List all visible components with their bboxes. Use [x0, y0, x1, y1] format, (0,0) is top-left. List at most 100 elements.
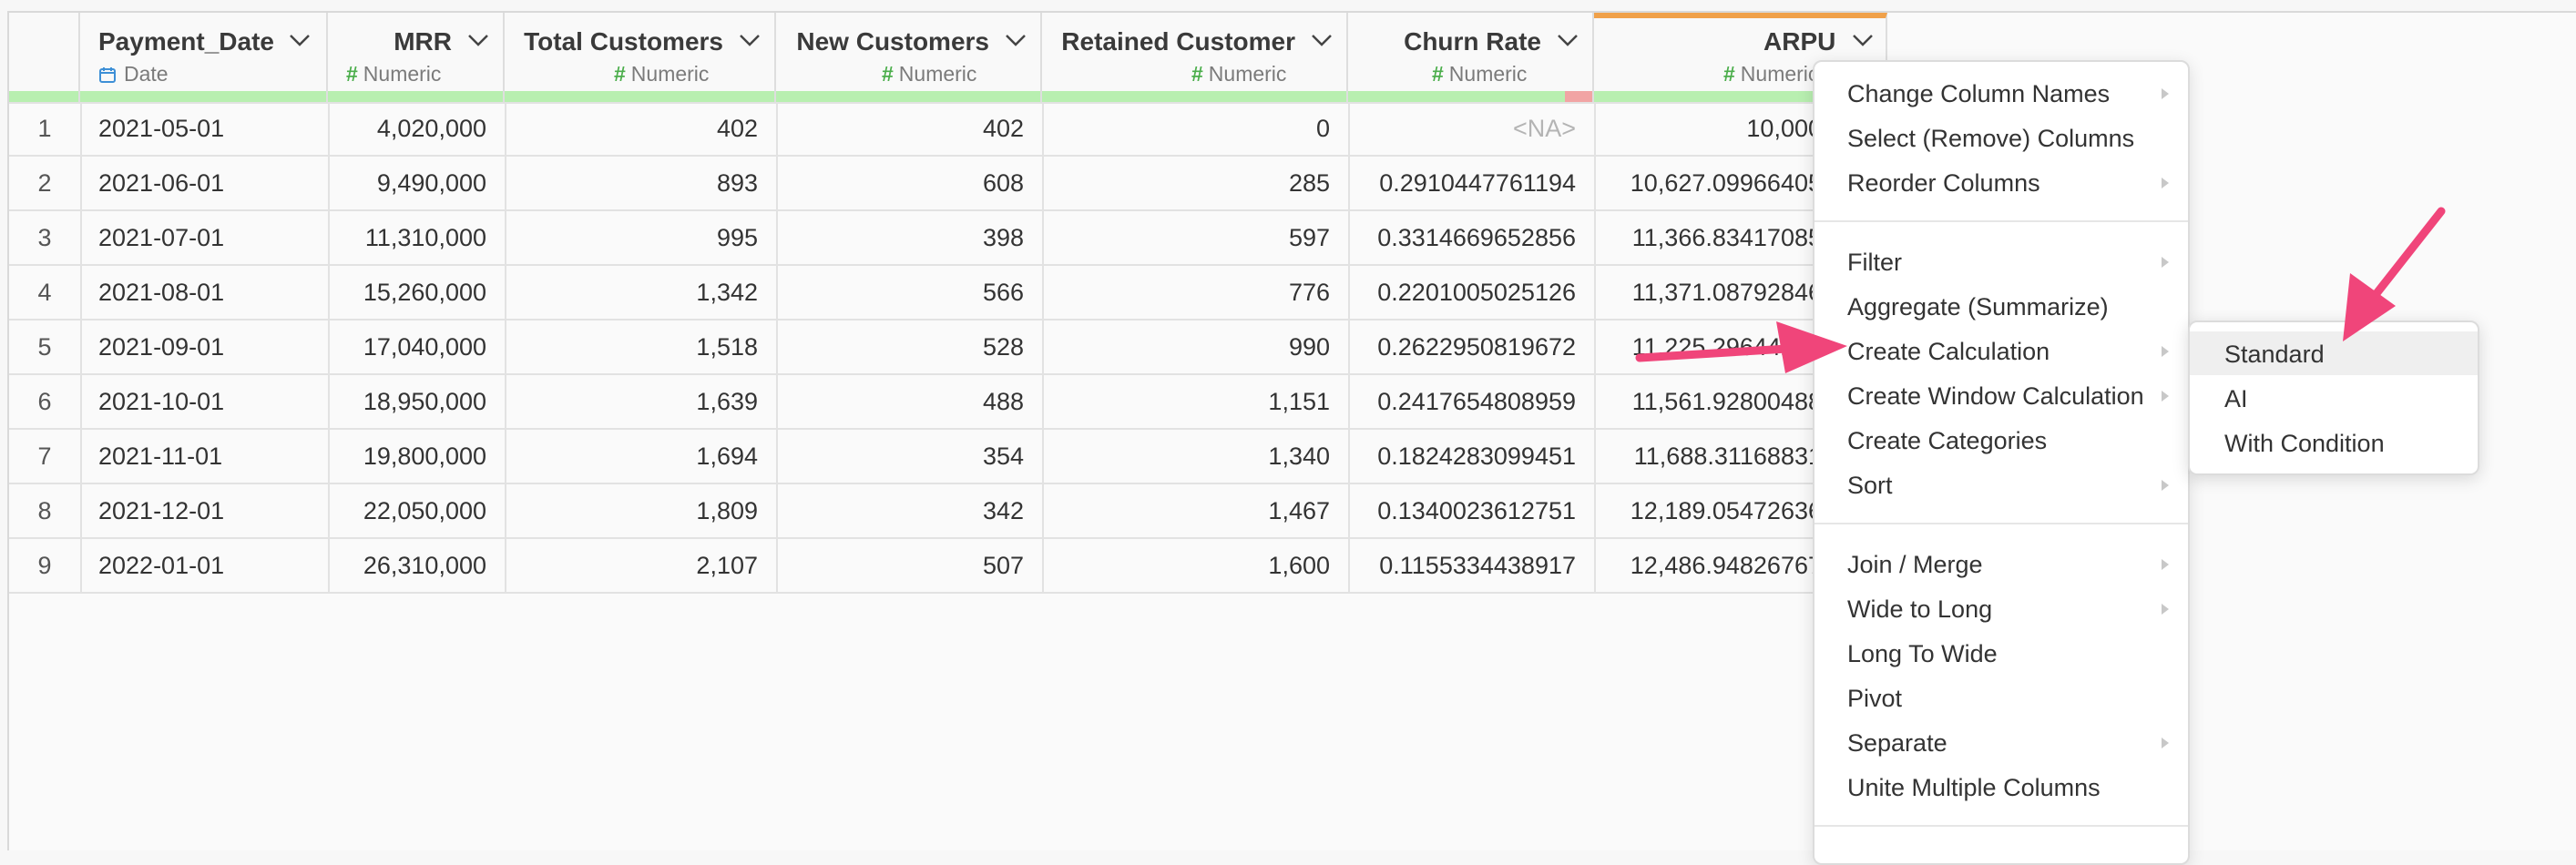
menu-item-change-column-names[interactable]: Change Column Names	[1847, 80, 2110, 108]
column-header-payment-date[interactable]: Payment_Date Date	[80, 13, 328, 102]
cell-new-customers[interactable]: 528	[776, 321, 1042, 373]
cell-total-customers[interactable]: 1,342	[505, 266, 776, 319]
numeric-icon: #	[1432, 62, 1444, 86]
cell-arpu[interactable]: 12,486.94826767	[1594, 539, 1822, 592]
cell-total-customers[interactable]: 402	[505, 102, 776, 155]
cell-total-customers[interactable]: 2,107	[505, 539, 776, 592]
column-header-retained-customer[interactable]: Retained Customer # Numeric	[1042, 13, 1348, 102]
submenu-item-with-condition[interactable]: With Condition	[2224, 430, 2385, 458]
cell-payment-date[interactable]: 2021-05-01	[80, 102, 328, 155]
column-name: New Customers	[796, 27, 989, 56]
cell-churn-rate[interactable]: 0.2201005025126	[1348, 266, 1594, 319]
cell-total-customers[interactable]: 995	[505, 211, 776, 264]
cell-mrr[interactable]: 11,310,000	[328, 211, 505, 264]
menu-item-separate[interactable]: Separate	[1847, 729, 1947, 758]
cell-churn-rate[interactable]: 0.3314669652856	[1348, 211, 1594, 264]
cell-payment-date[interactable]: 2022-01-01	[80, 539, 328, 592]
column-header-total-customers[interactable]: Total Customers # Numeric	[505, 13, 776, 102]
cell-total-customers[interactable]: 1,518	[505, 321, 776, 373]
quality-bar	[776, 91, 1040, 102]
cell-mrr[interactable]: 22,050,000	[328, 484, 505, 537]
menu-item-unite-multiple-columns[interactable]: Unite Multiple Columns	[1847, 774, 2101, 802]
menu-item-filter[interactable]: Filter	[1847, 249, 1902, 277]
cell-arpu[interactable]: 11,688.31168831	[1594, 430, 1822, 483]
cell-churn-rate[interactable]: 0.2417654808959	[1348, 375, 1594, 428]
menu-item-create-calculation[interactable]: Create Calculation	[1847, 338, 2050, 366]
cell-new-customers[interactable]: 507	[776, 539, 1042, 592]
cell-payment-date[interactable]: 2021-10-01	[80, 375, 328, 428]
submenu-item-standard[interactable]: Standard	[2224, 341, 2325, 369]
cell-retained-customer[interactable]: 776	[1042, 266, 1348, 319]
chevron-down-icon[interactable]	[466, 31, 490, 49]
cell-churn-rate[interactable]: 0.2622950819672	[1348, 321, 1594, 373]
cell-retained-customer[interactable]: 1,151	[1042, 375, 1348, 428]
cell-churn-rate[interactable]: 0.1340023612751	[1348, 484, 1594, 537]
cell-mrr[interactable]: 17,040,000	[328, 321, 505, 373]
cell-new-customers[interactable]: 354	[776, 430, 1042, 483]
cell-mrr[interactable]: 19,800,000	[328, 430, 505, 483]
menu-item-wide-to-long[interactable]: Wide to Long	[1847, 595, 1992, 624]
cell-arpu[interactable]: 11,366.83417085	[1594, 211, 1822, 264]
cell-payment-date[interactable]: 2021-09-01	[80, 321, 328, 373]
cell-new-customers[interactable]: 342	[776, 484, 1042, 537]
chevron-down-icon[interactable]	[1004, 31, 1027, 49]
chevron-down-icon[interactable]	[1851, 31, 1875, 49]
cell-retained-customer[interactable]: 1,600	[1042, 539, 1348, 592]
column-divider	[328, 102, 330, 594]
cell-mrr[interactable]: 18,950,000	[328, 375, 505, 428]
chevron-down-icon[interactable]	[288, 31, 312, 49]
menu-item-sort[interactable]: Sort	[1847, 472, 1893, 500]
cell-churn-rate[interactable]: 0.2910447761194	[1348, 157, 1594, 209]
cell-new-customers[interactable]: 402	[776, 102, 1042, 155]
menu-item-create-categories[interactable]: Create Categories	[1847, 427, 2047, 455]
cell-retained-customer[interactable]: 1,340	[1042, 430, 1348, 483]
cell-new-customers[interactable]: 608	[776, 157, 1042, 209]
column-header-new-customers[interactable]: New Customers # Numeric	[776, 13, 1042, 102]
cell-arpu[interactable]: 11,225.29644269	[1594, 321, 1822, 373]
cell-total-customers[interactable]: 893	[505, 157, 776, 209]
column-header-mrr[interactable]: MRR # Numeric	[328, 13, 505, 102]
cell-retained-customer[interactable]: 990	[1042, 321, 1348, 373]
cell-churn-rate[interactable]: 0.1155334438917	[1348, 539, 1594, 592]
cell-retained-customer[interactable]: 285	[1042, 157, 1348, 209]
menu-item-aggregate[interactable]: Aggregate (Summarize)	[1847, 293, 2109, 321]
chevron-down-icon[interactable]	[1556, 31, 1579, 49]
cell-payment-date[interactable]: 2021-07-01	[80, 211, 328, 264]
menu-item-reorder-columns[interactable]: Reorder Columns	[1847, 169, 2040, 198]
submenu-item-ai[interactable]: AI	[2224, 385, 2248, 413]
menu-item-create-window-calculation[interactable]: Create Window Calculation	[1847, 382, 2144, 411]
cell-payment-date[interactable]: 2021-12-01	[80, 484, 328, 537]
cell-retained-customer[interactable]: 597	[1042, 211, 1348, 264]
cell-payment-date[interactable]: 2021-11-01	[80, 430, 328, 483]
menu-item-select-remove-columns[interactable]: Select (Remove) Columns	[1847, 125, 2134, 153]
menu-item-long-to-wide[interactable]: Long To Wide	[1847, 640, 1998, 668]
cell-arpu[interactable]: 12,189.05472636	[1594, 484, 1822, 537]
cell-mrr[interactable]: 15,260,000	[328, 266, 505, 319]
chevron-down-icon[interactable]	[1310, 31, 1334, 49]
cell-payment-date[interactable]: 2021-06-01	[80, 157, 328, 209]
cell-retained-customer[interactable]: 1,467	[1042, 484, 1348, 537]
cell-mrr[interactable]: 4,020,000	[328, 102, 505, 155]
cell-arpu[interactable]: 10,000	[1594, 102, 1822, 155]
column-header-churn-rate[interactable]: Churn Rate # Numeric	[1348, 13, 1594, 102]
cell-total-customers[interactable]: 1,694	[505, 430, 776, 483]
cell-arpu[interactable]: 10,627.09966405	[1594, 157, 1822, 209]
cell-mrr[interactable]: 26,310,000	[328, 539, 505, 592]
cell-mrr[interactable]: 9,490,000	[328, 157, 505, 209]
cell-payment-date[interactable]: 2021-08-01	[80, 266, 328, 319]
cell-total-customers[interactable]: 1,809	[505, 484, 776, 537]
menu-item-join-merge[interactable]: Join / Merge	[1847, 551, 1983, 579]
cell-arpu[interactable]: 11,371.08792846	[1594, 266, 1822, 319]
cell-churn-rate[interactable]: <NA>	[1348, 102, 1594, 155]
cell-total-customers[interactable]: 1,639	[505, 375, 776, 428]
cell-churn-rate[interactable]: 0.1824283099451	[1348, 430, 1594, 483]
cell-new-customers[interactable]: 566	[776, 266, 1042, 319]
chevron-down-icon[interactable]	[738, 31, 762, 49]
row-index: 8	[37, 497, 52, 524]
cell-new-customers[interactable]: 398	[776, 211, 1042, 264]
cell-retained-customer[interactable]: 0	[1042, 102, 1348, 155]
cell-arpu[interactable]: 11,561.92800488	[1594, 375, 1822, 428]
menu-item-pivot[interactable]: Pivot	[1847, 685, 1902, 713]
cell-new-customers[interactable]: 488	[776, 375, 1042, 428]
column-context-menu: Change Column Names Select (Remove) Colu…	[1813, 60, 2190, 865]
